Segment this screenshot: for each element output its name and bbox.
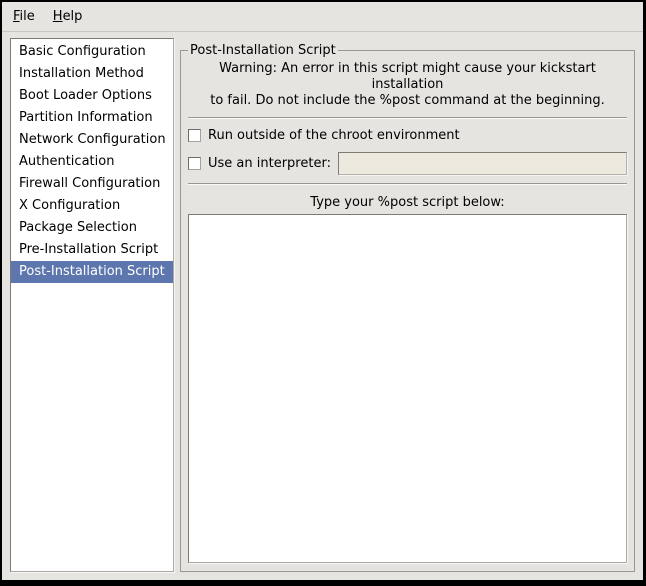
chroot-checkbox[interactable] [188,129,201,142]
sidebar-item-authentication[interactable]: Authentication [11,151,173,173]
frame-title: Post-Installation Script [188,43,338,58]
post-installation-frame: Post-Installation Script Warning: An err… [180,43,635,572]
post-script-textarea[interactable] [188,214,627,563]
script-instruction-label: Type your %post script below: [188,195,627,210]
sidebar-item-firewall-configuration[interactable]: Firewall Configuration [11,173,173,195]
sidebar-item-package-selection[interactable]: Package Selection [11,217,173,239]
menu-help-label: Help [53,9,83,24]
menu-file-label: File [13,9,35,24]
sidebar-item-network-configuration[interactable]: Network Configuration [11,129,173,151]
kickstart-configurator-window: File Help Basic ConfigurationInstallatio… [0,0,646,586]
sidebar-item-installation-method[interactable]: Installation Method [11,63,173,85]
sidebar-list[interactable]: Basic ConfigurationInstallation MethodBo… [10,38,174,572]
sidebar-item-basic-configuration[interactable]: Basic Configuration [11,41,173,63]
separator-middle [188,183,627,185]
interpreter-checkbox-row: Use an interpreter: [188,152,627,175]
sidebar-item-partition-information[interactable]: Partition Information [11,107,173,129]
menu-file[interactable]: File [4,2,44,31]
interpreter-checkbox-label: Use an interpreter: [208,156,331,171]
menu-help[interactable]: Help [44,2,92,31]
sidebar-item-post-installation-script[interactable]: Post-Installation Script [11,261,173,283]
interpreter-entry[interactable] [338,152,627,175]
interpreter-checkbox[interactable] [188,157,201,170]
menu-bar: File Help [2,2,643,32]
chroot-checkbox-row: Run outside of the chroot environment [188,128,627,143]
warning-text: Warning: An error in this script might c… [188,61,627,109]
sidebar-item-x-configuration[interactable]: X Configuration [11,195,173,217]
main-content: Basic ConfigurationInstallation MethodBo… [2,32,643,580]
sidebar-item-boot-loader-options[interactable]: Boot Loader Options [11,85,173,107]
chroot-checkbox-label: Run outside of the chroot environment [208,128,460,143]
separator-top [188,117,627,119]
sidebar-item-pre-installation-script[interactable]: Pre-Installation Script [11,239,173,261]
